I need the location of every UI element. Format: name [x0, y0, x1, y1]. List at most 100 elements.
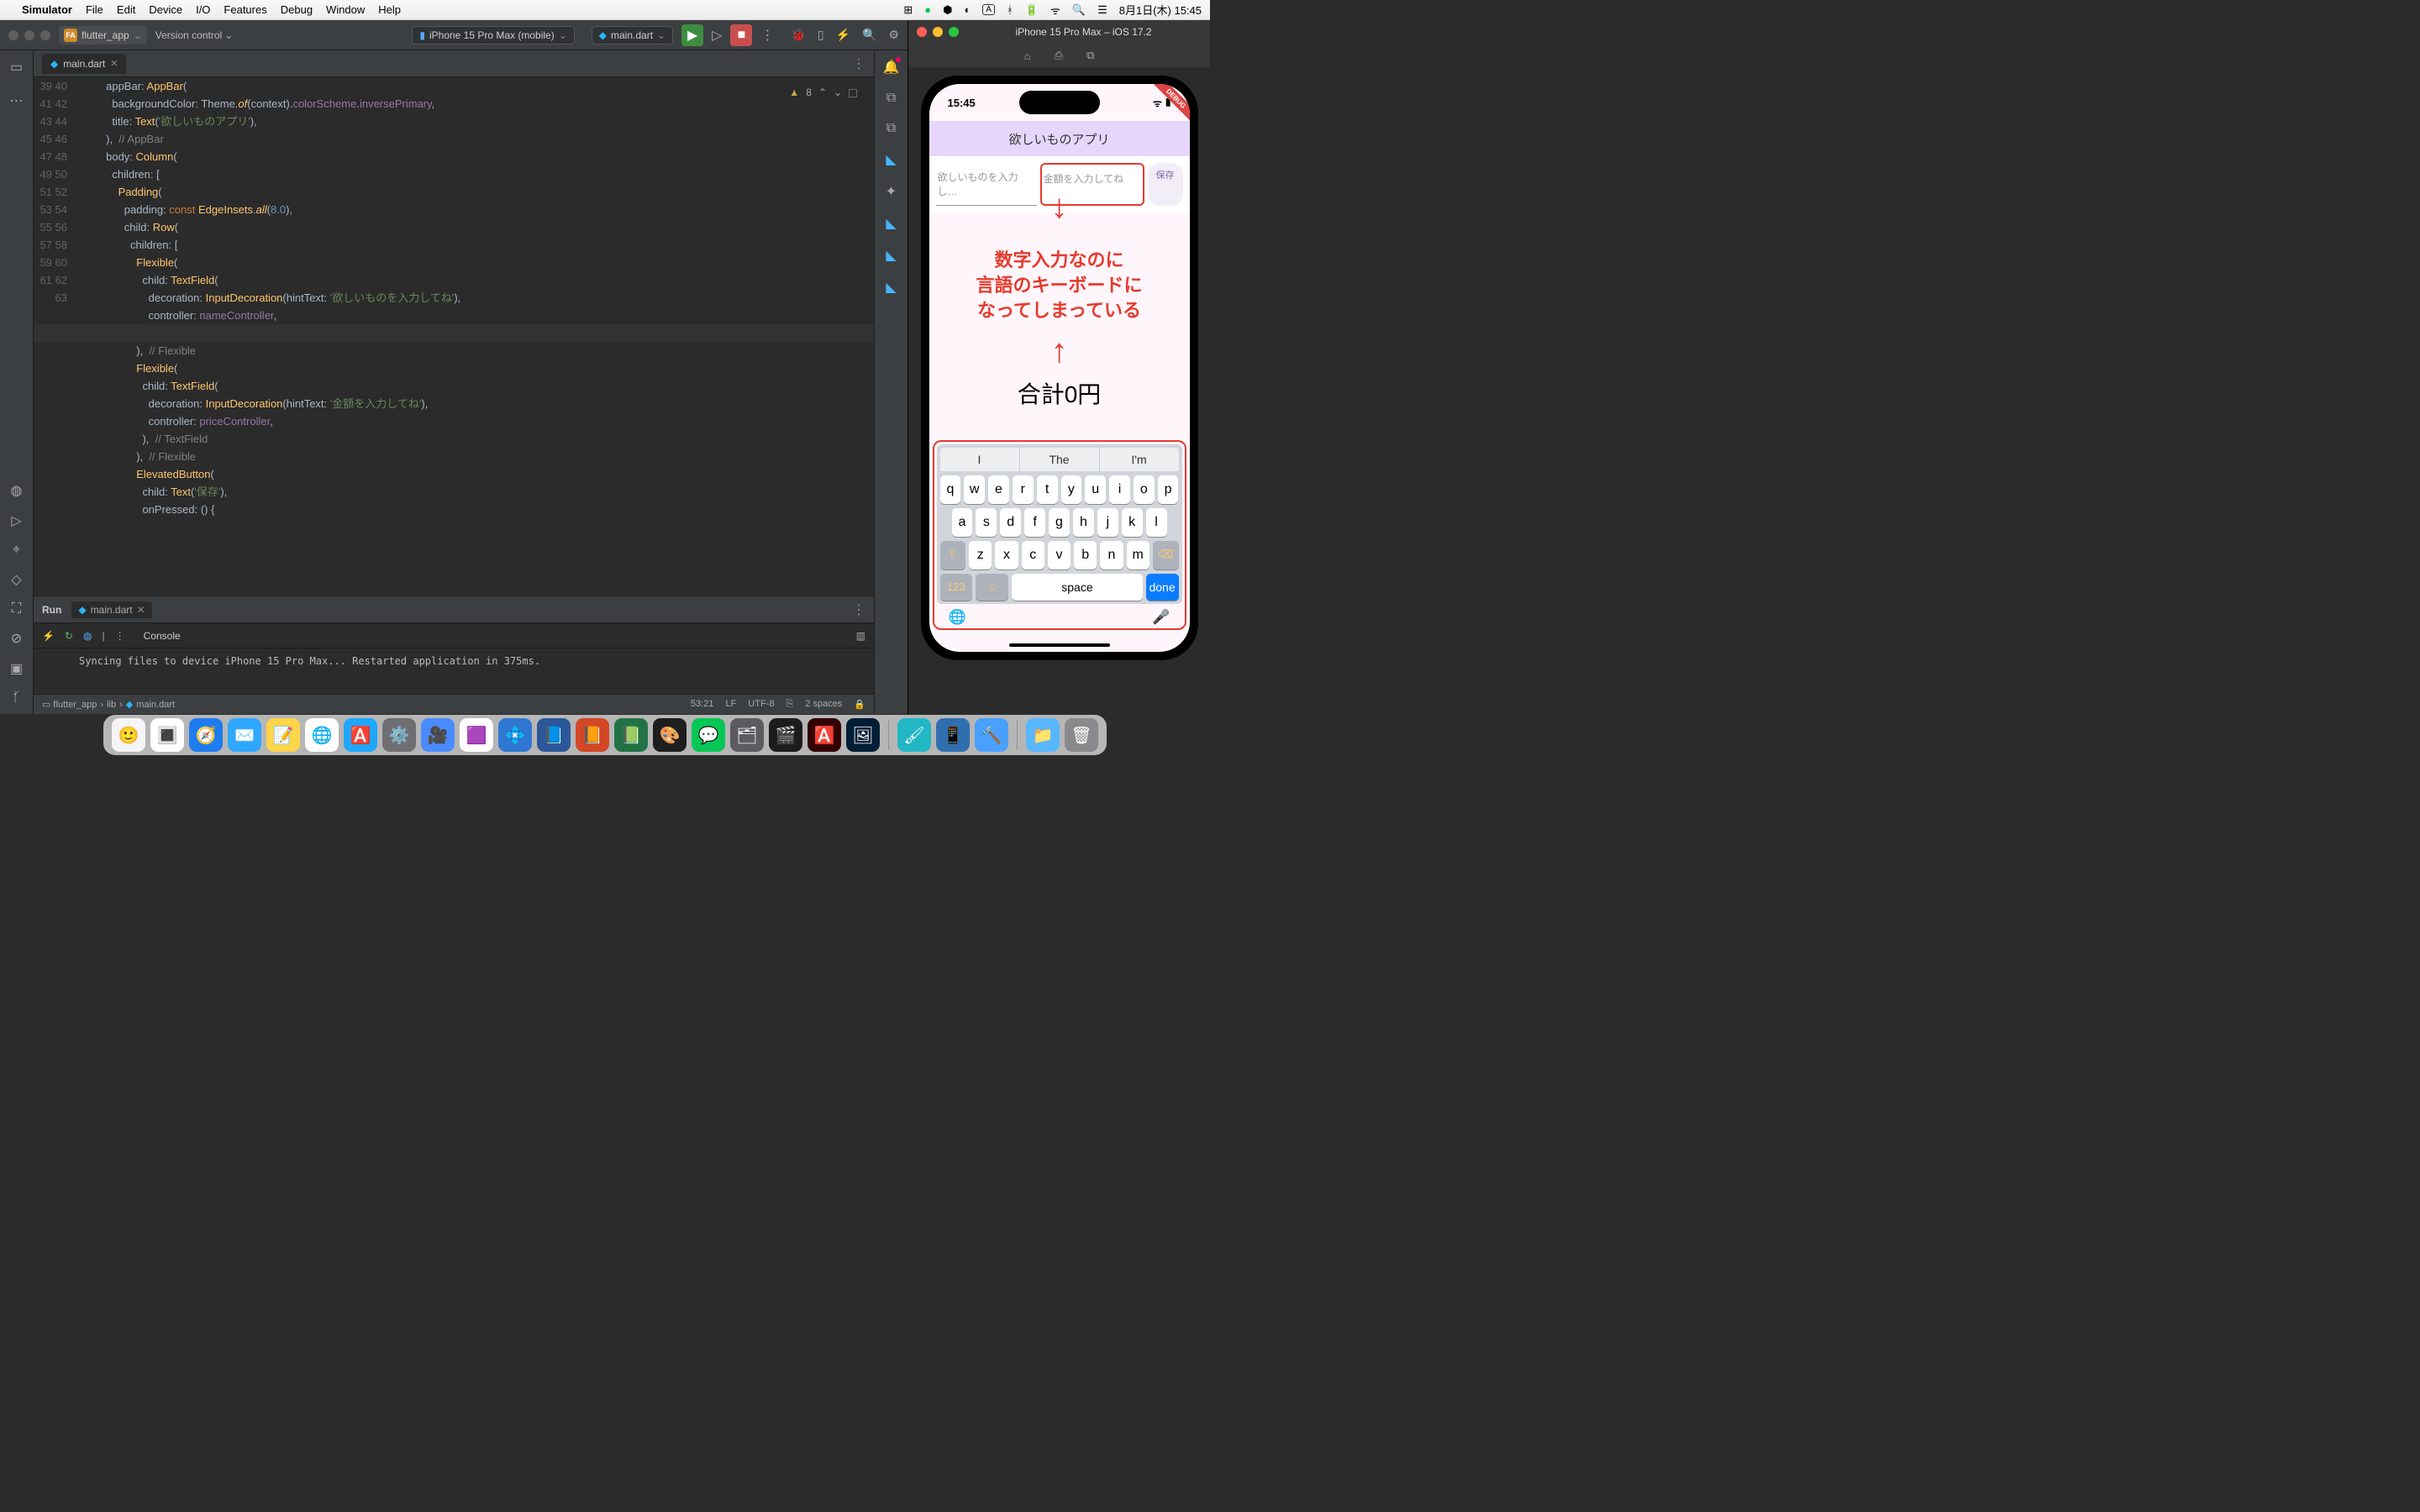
done-key[interactable]: done: [1146, 574, 1179, 601]
menu-help[interactable]: Help: [378, 3, 401, 16]
app-menu[interactable]: Simulator: [22, 3, 72, 16]
panel-more-icon[interactable]: ⋮: [852, 601, 865, 618]
keyboard-suggestions[interactable]: I The I'm: [940, 448, 1179, 471]
dock-app[interactable]: 🗂: [730, 718, 764, 752]
more-icon[interactable]: ⋯: [10, 92, 24, 109]
spotlight-icon[interactable]: 🔍: [1072, 3, 1086, 17]
diamond-icon[interactable]: ◇: [11, 571, 21, 588]
backspace-key[interactable]: ⌫: [1153, 541, 1179, 570]
version-control[interactable]: Version control⌄: [155, 29, 233, 41]
bluetooth-icon[interactable]: ᚼ: [1007, 3, 1013, 16]
flutter-icon[interactable]: ◣: [886, 151, 896, 168]
globe-icon[interactable]: ◍: [11, 482, 23, 499]
flutter-icon[interactable]: ◣: [886, 279, 896, 296]
iphone-screen[interactable]: DEBUG 15:45 ᯤ▮ 欲しいものアプリ 欲しいものを入力し… 金額を入力…: [929, 84, 1190, 652]
dock-app[interactable]: 🌐: [305, 718, 339, 752]
key-s[interactable]: s: [976, 508, 997, 537]
dock-app[interactable]: 🅰️: [344, 718, 377, 752]
ai-icon[interactable]: ✦: [886, 183, 897, 200]
close-icon[interactable]: ✕: [110, 58, 118, 69]
menu-features[interactable]: Features: [224, 3, 266, 16]
menuextra-icon[interactable]: ⬢: [943, 3, 952, 17]
suggestion[interactable]: The: [1020, 448, 1100, 471]
debug-run-icon[interactable]: ▷: [712, 27, 722, 44]
dock-app[interactable]: 📙: [576, 718, 609, 752]
space-key[interactable]: space: [1012, 574, 1142, 601]
menu-debug[interactable]: Debug: [281, 3, 313, 16]
close-icon[interactable]: ✕: [137, 604, 145, 616]
shift-key[interactable]: ⇧: [940, 541, 966, 570]
menu-device[interactable]: Device: [149, 3, 182, 16]
key-n[interactable]: n: [1100, 541, 1123, 570]
mic-icon[interactable]: 🎤: [1152, 609, 1170, 626]
numbers-key[interactable]: 123: [940, 574, 973, 601]
run-tab[interactable]: Run: [42, 604, 61, 616]
menu-window[interactable]: Window: [326, 3, 365, 16]
key-t[interactable]: t: [1037, 475, 1058, 504]
package-icon[interactable]: ⛶: [12, 601, 21, 617]
device-icon[interactable]: ▯: [818, 28, 824, 42]
key-q[interactable]: q: [940, 475, 961, 504]
line-separator[interactable]: LF: [725, 699, 736, 710]
copy-icon[interactable]: ⧉: [1086, 49, 1094, 62]
key-p[interactable]: p: [1158, 475, 1179, 504]
control-center-icon[interactable]: ☰: [1097, 3, 1107, 17]
suggestion[interactable]: I'm: [1100, 448, 1179, 471]
screenshot-icon[interactable]: ⎙: [1055, 49, 1063, 62]
dock-app[interactable]: 📘: [537, 718, 571, 752]
warning-icon[interactable]: ⊘: [11, 630, 22, 647]
menu-edit[interactable]: Edit: [117, 3, 135, 16]
inspection-badge[interactable]: ▲ 8 ⌃⌄: [789, 84, 857, 102]
encoding[interactable]: UTF-8: [748, 699, 774, 710]
tool-icon[interactable]: ⧉: [886, 121, 896, 136]
key-f[interactable]: f: [1024, 508, 1045, 537]
dock-app[interactable]: 🔳: [150, 718, 184, 752]
dock-app[interactable]: 🙂: [112, 718, 145, 752]
dock-app[interactable]: 📗: [614, 718, 648, 752]
readonly-icon[interactable]: ⎘: [786, 699, 793, 710]
git-icon[interactable]: ᚶ: [13, 690, 21, 706]
notifications-icon[interactable]: 🔔: [883, 59, 900, 76]
bolt-icon[interactable]: ⚡: [42, 630, 55, 642]
key-k[interactable]: k: [1122, 508, 1143, 537]
key-v[interactable]: v: [1048, 541, 1071, 570]
dock-app[interactable]: 📝: [266, 718, 300, 752]
folder-icon[interactable]: ▭: [10, 59, 23, 76]
tool-icon[interactable]: ⧉: [886, 91, 896, 106]
terminal-icon[interactable]: ▣: [10, 660, 23, 677]
dock-app[interactable]: 🗑: [1065, 718, 1098, 752]
stop-button[interactable]: ■: [730, 24, 752, 46]
wifi-icon[interactable]: ᯤ: [1050, 3, 1060, 18]
menuextra-icon[interactable]: ◐: [964, 3, 971, 16]
key-y[interactable]: y: [1061, 475, 1082, 504]
lock-icon[interactable]: 🔒: [854, 699, 865, 710]
battery-icon[interactable]: 🔋: [1025, 3, 1039, 17]
key-w[interactable]: w: [964, 475, 985, 504]
ios-keyboard[interactable]: I The I'm qwertyuiop asdfghjkl ⇧ zxcvbnm…: [937, 444, 1182, 604]
key-u[interactable]: u: [1085, 475, 1106, 504]
dock-app[interactable]: 📁: [1026, 718, 1060, 752]
emoji-key[interactable]: ☺: [976, 574, 1008, 601]
code-editor[interactable]: 39 40 41 42 43 44 45 46 47 48 49 50 51 5…: [34, 77, 874, 596]
dock-app[interactable]: 🎨: [653, 718, 687, 752]
dock-app[interactable]: 📱: [936, 718, 970, 752]
dock-app[interactable]: 🎬: [769, 718, 802, 752]
search-icon[interactable]: 🔍: [862, 28, 876, 42]
dock-app[interactable]: 🧭: [189, 718, 223, 752]
dock-app[interactable]: 💬: [692, 718, 725, 752]
run-config-selector[interactable]: ◆ main.dart⌄: [592, 26, 673, 45]
gear-icon[interactable]: ⚙: [888, 28, 899, 42]
key-z[interactable]: z: [969, 541, 992, 570]
more-icon[interactable]: ⋮: [760, 27, 774, 44]
key-d[interactable]: d: [1000, 508, 1021, 537]
sim-window-controls[interactable]: [917, 27, 959, 37]
dock-app[interactable]: 🔨: [975, 718, 1008, 752]
suggestion[interactable]: I: [940, 448, 1020, 471]
key-l[interactable]: l: [1146, 508, 1167, 537]
dock-app[interactable]: 🖌: [897, 718, 931, 752]
line-icon[interactable]: ●: [924, 3, 931, 16]
key-h[interactable]: h: [1073, 508, 1094, 537]
more-icon[interactable]: ⋮: [115, 630, 125, 642]
key-r[interactable]: r: [1013, 475, 1034, 504]
tab-more-icon[interactable]: ⋮: [852, 55, 874, 72]
